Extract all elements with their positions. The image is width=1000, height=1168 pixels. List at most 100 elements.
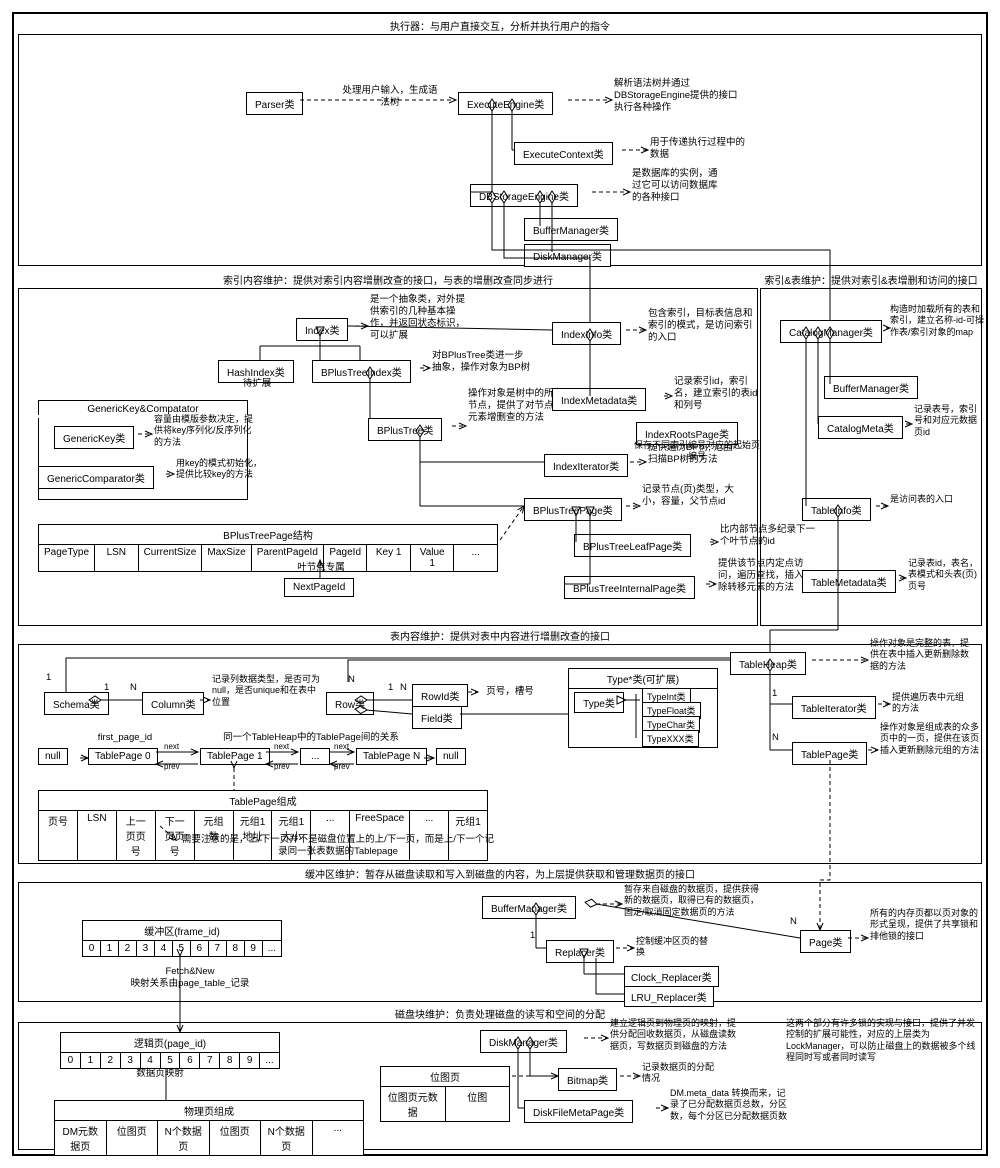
note: 处理用户输入，生成语法树 (340, 85, 440, 109)
note: 包含索引，目标表信息和索引的模式，是访问索引的入口 (648, 308, 753, 344)
note: 构造时加载所有的表和索引，建立名称-id-可操作表/索引对象的map (890, 304, 985, 338)
box-disk-mgr: DiskManager类 (480, 1030, 567, 1053)
label: 1 (46, 672, 51, 684)
box-type: Type类 (574, 692, 624, 713)
box-buffer-mgr: BufferManager类 (482, 896, 576, 919)
box-index-meta: IndexMetadata类 (552, 388, 646, 411)
note: 页号，槽号 (480, 686, 540, 698)
box-tp0: TablePage 0 (88, 748, 158, 765)
box-schema: Schema类 (44, 692, 109, 715)
note: 数据页映射 (120, 1068, 200, 1080)
section-title: 执行器：与用户直接交互，分析并执行用户的指令 (18, 18, 982, 33)
box-tpN: TablePage N (356, 748, 427, 765)
box-tp1: TablePage 1 (200, 748, 270, 765)
box-lru-replacer: LRU_Replacer类 (624, 986, 714, 1007)
label: 1 (530, 930, 535, 942)
note: 需要注意的是，上/下一页并不是磁盘位置上的上/下一页，而是上/下一个记录同一张表… (178, 834, 498, 858)
note: 同一个TableHeap中的TablePage间的关系 (196, 732, 426, 744)
note: 记录数据页的分配情况 (642, 1062, 722, 1085)
note: 容量由模版参数决定，提供将key序列化/反序列化的方法 (154, 414, 254, 448)
box-index-iterator: IndexIterator类 (544, 454, 628, 477)
label: prev (334, 762, 350, 772)
box-replacer: Replacer类 (546, 940, 614, 963)
note: 用于传递执行过程中的数据 (650, 137, 750, 161)
note: 建立逻辑页到物理页的映射，提供分配回收数据页，从磁盘读数据页，写数据页到磁盘的方… (610, 1018, 740, 1052)
section-title: 索引内容维护：提供对索引内容增删改查的接口，与表的增删改查同步进行 (18, 272, 758, 287)
label: N (400, 682, 407, 694)
box-buffer-mgr-cat: BufferManager类 (824, 376, 918, 399)
box-field: Field类 (412, 706, 462, 729)
section-title: 表内容维护：提供对表中内容进行增删改查的接口 (18, 628, 982, 643)
note: 暂存来自磁盘的数据页，提供获得新的数据页，取得已有的数据页，固定/取消固定数据页… (624, 884, 759, 918)
box-index-info: IndexInfo类 (552, 322, 621, 345)
table-logic-page: 逻辑页(page_id) 0123456789... (60, 1032, 280, 1069)
box-table-page: TablePage类 (792, 742, 867, 765)
label: N (348, 674, 355, 686)
box-generic-key: GenericKey类 (54, 426, 134, 449)
section-title: 缓冲区维护：暂存从磁盘读取和写入到磁盘的内容，为上层提供获取和管理数据页的接口 (18, 866, 982, 881)
note: 待扩展 (232, 378, 282, 390)
table-bpt-struct: BPlusTreePage结构 PageType LSN CurrentSize… (38, 524, 498, 572)
note: 对BPlusTree类进一步抽象，操作对象为BP树 (432, 350, 532, 374)
note: 是数据库的实例，通过它可以访问数据库的各种接口 (632, 168, 722, 204)
box-catalog-meta: CatalogMeta类 (818, 416, 903, 439)
label: next (274, 742, 289, 752)
box-bpt-index: BPlusTreeIndex类 (312, 360, 411, 383)
note: 保存不同索引编号对应的起始页编号 (632, 440, 762, 463)
box-rowid: RowId类 (412, 684, 468, 707)
table-bitmap-page: 位图页 位图页元数据 位图 (380, 1066, 510, 1122)
table-buffer-frame: 缓冲区(frame_id) 0123456789... (82, 920, 282, 957)
box-dots: ... (300, 748, 330, 765)
box-null1: null (38, 748, 68, 765)
box-index: Index类 (296, 318, 348, 341)
label: prev (274, 762, 290, 772)
note: 记录列数据类型，是否可为null，是否unique和在表中位置 (212, 674, 322, 708)
box-parser: Parser类 (246, 92, 303, 115)
label: 1 (388, 682, 393, 694)
box-catalog-mgr: CatalogManager类 (780, 320, 882, 343)
label: N (130, 682, 137, 694)
note: 是一个抽象类，对外提供索引的几种基本操作，并返回状态标识，可以扩展 (370, 294, 470, 342)
box-next-page-id: NextPageId (284, 578, 354, 597)
box-bitmap: Bitmap类 (558, 1068, 617, 1091)
note: 叶节点专属 (286, 562, 356, 574)
note: 提供遍历表中元组的方法 (892, 692, 972, 715)
box-buffer-mgr-top: BufferManager类 (524, 218, 618, 241)
box-generic-comp: GenericComparator类 (38, 466, 154, 489)
box-bpt-page: BPlusTreePage类 (524, 498, 622, 521)
box-gk-title: GenericKey&Compatator (38, 400, 248, 415)
note: 记录索引id，索引名，建立索引的表id和列号 (674, 376, 764, 412)
note: 解析语法树并通过DBStorageEngine提供的接口执行各种操作 (614, 78, 744, 114)
box-row: Row类 (326, 692, 374, 715)
note: 是访问表的入口 (890, 494, 960, 505)
label: 1 (104, 682, 109, 694)
box-bpt-leaf: BPlusTreeLeafPage类 (574, 534, 691, 557)
box-disk-file-meta: DiskFileMetaPage类 (524, 1100, 633, 1123)
label: next (164, 742, 179, 752)
box-bpt-internal: BPlusTreeInternalPage类 (564, 576, 695, 599)
note: Fetch&New 映射关系由page_table_记录 (110, 966, 270, 990)
note: 操作对象是完整的表，提供在表中插入更新删除数据的方法 (870, 638, 975, 672)
box-execute-engine: ExecuteEngine类 (458, 92, 553, 115)
box-execute-context: ExecuteContext类 (514, 142, 613, 165)
label: prev (164, 762, 180, 772)
box-null2: null (436, 748, 466, 765)
box-type-xxx: TypeXXX类 (642, 730, 699, 747)
note: 操作对象是树中的所有节点，提供了对节点中元素增删查的方法 (468, 388, 563, 424)
box-table-info: TableInfo类 (802, 498, 871, 521)
box-table-iterator: TableIterator类 (792, 696, 876, 719)
label: 1 (772, 688, 777, 700)
note: 所有的内存页都以页对象的形式呈现，提供了共享锁和排他锁的接口 (870, 908, 980, 942)
note: DM.meta_data 转换而来，记录了已分配数据页总数，分区数，每个分区已分… (670, 1088, 790, 1122)
note: 记录表号，索引号和对应元数据页id (914, 404, 984, 438)
note: 这两个部分有许多锁的实现与接口，提供了并发控制的扩展可能性，对应的上层类为Loc… (786, 1018, 981, 1063)
box-page: Page类 (800, 930, 851, 953)
box-column: Column类 (142, 692, 204, 715)
note: 记录节点(页)类型，大小，容量，父节点id (642, 484, 742, 508)
note: 记录表id，表名，表模式和头表(页)页号 (908, 558, 983, 592)
note: first_page_id (80, 732, 170, 744)
box-table-meta: TableMetadata类 (802, 570, 896, 593)
box-table-heap: TableHeap类 (730, 652, 806, 675)
label: N (772, 732, 779, 744)
note: 操作对象是组成表的众多页中的一页，提供在该页插入更新删除元组的方法 (880, 722, 980, 756)
